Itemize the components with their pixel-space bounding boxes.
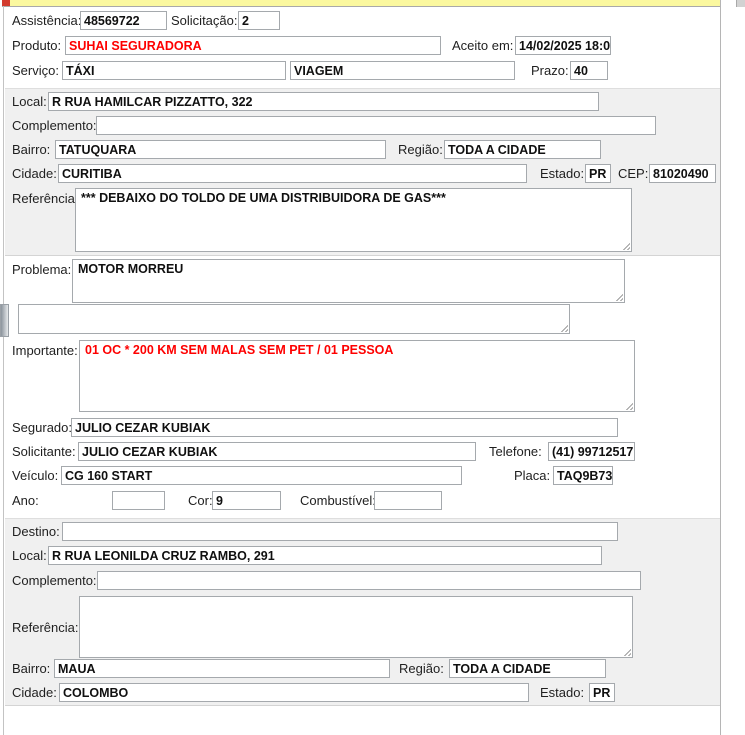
veiculo-label: Veículo: [12, 466, 58, 485]
bairro-destino-input[interactable]: MAUA [54, 659, 390, 678]
complemento-origem-label: Complemento: [12, 116, 97, 135]
telefone-label: Telefone: [489, 442, 542, 461]
estado-origem-input[interactable]: PR [585, 164, 611, 183]
complemento-destino-label: Complemento: [12, 571, 97, 590]
cor-label: Cor: [188, 491, 213, 510]
telefone-input[interactable]: (41) 997125171 [548, 442, 635, 461]
referencia-destino-label: Referência: [12, 618, 78, 637]
estado-origem-label: Estado: [540, 164, 584, 183]
referencia-destino-textarea[interactable] [79, 596, 633, 658]
cep-origem-label: CEP: [618, 164, 648, 183]
solicitacao-label: Solicitação: [171, 11, 237, 30]
right-panel-border [720, 0, 721, 735]
regiao-origem-input[interactable]: TODA A CIDADE [444, 140, 601, 159]
importante-label: Importante: [12, 343, 78, 358]
assistance-form-page: Assistência: 48569722 Solicitação: 2 Pro… [0, 0, 745, 735]
segurado-input[interactable]: JULIO CEZAR KUBIAK [71, 418, 618, 437]
problema-textarea[interactable]: MOTOR MORREU [72, 259, 625, 303]
combustivel-label: Combustível: [300, 491, 376, 510]
solicitacao-input[interactable]: 2 [238, 11, 280, 30]
assistencia-input[interactable]: 48569722 [80, 11, 167, 30]
problema-label: Problema: [12, 262, 71, 277]
local-origem-input[interactable]: R RUA HAMILCAR PIZZATTO, 322 [48, 92, 599, 111]
solicitante-input[interactable]: JULIO CEZAR KUBIAK [78, 442, 476, 461]
ano-label: Ano: [12, 491, 39, 510]
cor-input[interactable]: 9 [212, 491, 281, 510]
produto-label: Produto: [12, 36, 61, 55]
bairro-origem-label: Bairro: [12, 140, 50, 159]
prazo-label: Prazo: [531, 61, 569, 80]
regiao-destino-input[interactable]: TODA A CIDADE [449, 659, 606, 678]
destino-input[interactable] [62, 522, 618, 541]
cidade-destino-input[interactable]: COLOMBO [59, 683, 529, 702]
cidade-origem-input[interactable]: CURITIBA [58, 164, 527, 183]
veiculo-input[interactable]: CG 160 START [61, 466, 462, 485]
placa-label: Placa: [514, 466, 550, 485]
splitter-handle[interactable] [0, 304, 9, 337]
solicitante-label: Solicitante: [12, 442, 76, 461]
local-destino-input[interactable]: R RUA LEONILDA CRUZ RAMBO, 291 [48, 546, 602, 565]
bairro-destino-label: Bairro: [12, 659, 50, 678]
referencias-origem-textarea[interactable]: *** DEBAIXO DO TOLDO DE UMA DISTRIBUIDOR… [75, 188, 632, 252]
segurado-label: Segurado: [12, 418, 72, 437]
estado-destino-input[interactable]: PR [589, 683, 615, 702]
servico-tipo-input[interactable]: VIAGEM [290, 61, 515, 80]
top-status-bar [2, 0, 720, 7]
prazo-input[interactable]: 40 [570, 61, 608, 80]
ano-input[interactable] [112, 491, 165, 510]
regiao-destino-label: Região: [399, 659, 444, 678]
placa-input[interactable]: TAQ9B73 [553, 466, 613, 485]
produto-input[interactable]: SUHAI SEGURADORA [65, 36, 441, 55]
importante-textarea[interactable]: 01 OC * 200 KM SEM MALAS SEM PET / 01 PE… [79, 340, 635, 412]
cidade-destino-label: Cidade: [12, 683, 57, 702]
complemento-destino-input[interactable] [97, 571, 641, 590]
aceito-em-input[interactable]: 14/02/2025 18:08 [515, 36, 611, 55]
local-destino-label: Local: [12, 546, 47, 565]
observacao-textarea[interactable] [18, 304, 570, 334]
bairro-origem-input[interactable]: TATUQUARA [55, 140, 386, 159]
left-panel-border [3, 6, 4, 735]
servico-input[interactable]: TÁXI [62, 61, 286, 80]
local-origem-label: Local: [12, 92, 47, 111]
top-right-corner [736, 0, 745, 7]
complemento-origem-input[interactable] [96, 116, 656, 135]
regiao-origem-label: Região: [398, 140, 443, 159]
combustivel-input[interactable] [374, 491, 442, 510]
servico-label: Serviço: [12, 61, 59, 80]
destino-label: Destino: [12, 522, 60, 541]
aceito-em-label: Aceito em: [452, 36, 513, 55]
cidade-origem-label: Cidade: [12, 164, 57, 183]
estado-destino-label: Estado: [540, 683, 584, 702]
cep-origem-input[interactable]: 81020490 [649, 164, 716, 183]
assistencia-label: Assistência: [12, 11, 81, 30]
